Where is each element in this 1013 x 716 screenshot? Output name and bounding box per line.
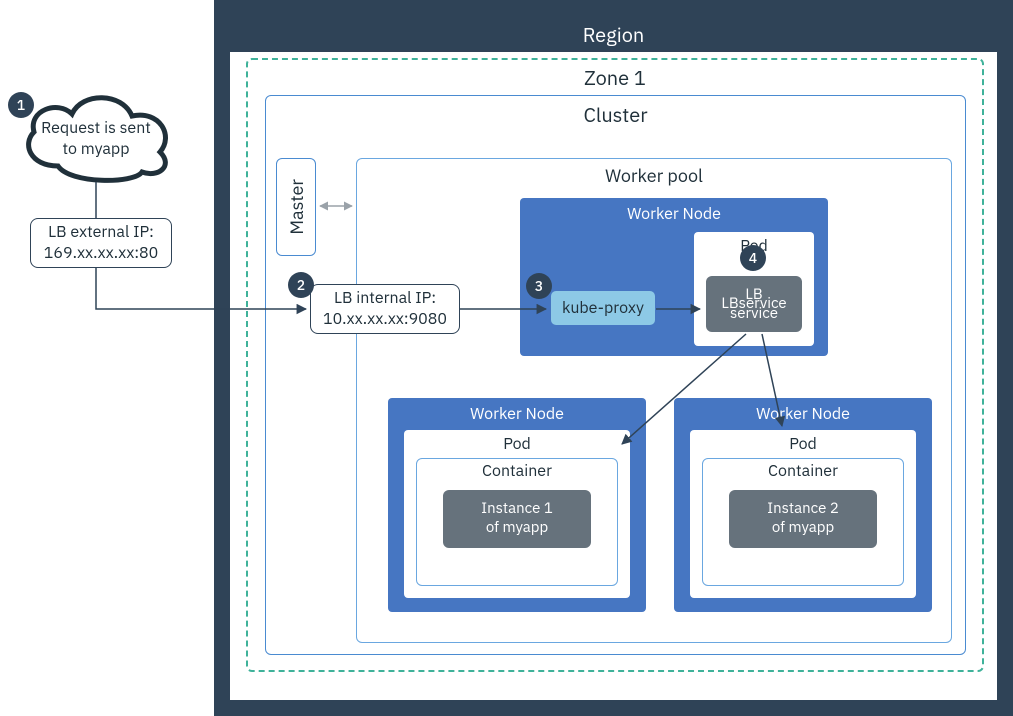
instance-left: Instance 1 of myapp: [443, 490, 591, 548]
zone-label: Zone 1: [246, 64, 984, 90]
instance-right-line1: Instance 2: [767, 500, 839, 519]
workernode-right-label: Worker Node: [674, 398, 932, 428]
workerpool-label: Worker pool: [356, 164, 952, 186]
lb-external-ip: LB external IP: 169.xx.xx.xx:80: [30, 218, 172, 268]
pod-left-label: Pod: [404, 430, 630, 454]
container-right-label: Container: [703, 459, 903, 481]
step-badge-2: 2: [288, 272, 314, 298]
step-badge-4: 4: [740, 245, 766, 271]
lb-internal-ip: LB internal IP: 10.xx.xx.xx:9080: [310, 284, 460, 334]
pod-right-label: Pod: [690, 430, 916, 454]
container-left-label: Container: [417, 459, 617, 481]
lb-internal-line1: LB internal IP:: [334, 288, 436, 309]
cluster-label: Cluster: [265, 102, 966, 126]
lb-external-line2: 169.xx.xx.xx:80: [44, 243, 158, 264]
cloud-text-line1: Request is sent: [26, 118, 166, 139]
step-badge-3: 3: [526, 273, 552, 299]
instance-left-line2: of myapp: [486, 519, 548, 538]
workernode-top-label: Worker Node: [520, 198, 828, 228]
lb-internal-line2: 10.xx.xx.xx:9080: [323, 309, 447, 330]
kube-proxy-chip: kube-proxy: [550, 290, 656, 326]
instance-right-line2: of myapp: [772, 519, 834, 538]
region-label: Region: [230, 16, 997, 52]
workernode-left-label: Worker Node: [388, 398, 646, 428]
lb-service-line1: LB: [721, 295, 738, 313]
lb-service-line2: service: [739, 295, 787, 313]
master-box: Master: [276, 158, 316, 256]
step-badge-1: 1: [8, 92, 34, 118]
master-label: Master: [285, 179, 308, 235]
lb-service-chip: LB service: [706, 276, 802, 332]
lb-external-line1: LB external IP:: [48, 222, 154, 243]
cloud-text: Request is sent to myapp: [26, 118, 166, 160]
instance-right: Instance 2 of myapp: [729, 490, 877, 548]
instance-left-line1: Instance 1: [481, 500, 553, 519]
cloud-text-line2: to myapp: [26, 139, 166, 160]
